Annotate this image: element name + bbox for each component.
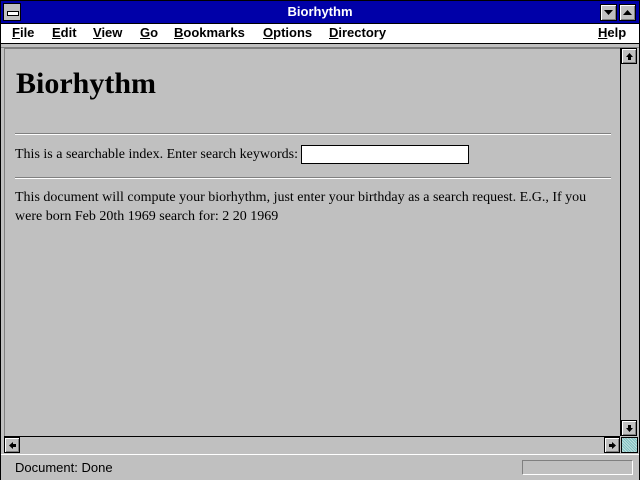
menu-options[interactable]: Options	[263, 25, 312, 40]
scroll-down-button[interactable]	[621, 420, 637, 436]
arrow-right-icon	[609, 442, 616, 449]
horizontal-scrollbar[interactable]	[4, 436, 620, 453]
menu-view[interactable]: View	[93, 25, 122, 40]
status-text: Document: Done	[15, 460, 113, 475]
vertical-scrollbar[interactable]	[620, 48, 638, 436]
arrow-down-icon	[626, 425, 633, 432]
document-view: Biorhythm This is a searchable index. En…	[4, 48, 621, 437]
browser-window: Biorhythm File Edit View Go Bookmarks Op…	[0, 0, 640, 480]
horizontal-rule	[15, 133, 611, 135]
search-prompt: This is a searchable index. Enter search…	[15, 146, 299, 162]
minimize-button[interactable]	[600, 4, 617, 21]
scroll-right-button[interactable]	[604, 437, 620, 453]
menu-bookmarks[interactable]: Bookmarks	[174, 25, 245, 40]
menu-file[interactable]: File	[12, 25, 34, 40]
progress-indicator	[522, 460, 633, 475]
minimize-icon	[604, 10, 613, 15]
arrow-up-icon	[626, 53, 633, 60]
arrow-left-icon	[9, 442, 16, 449]
menu-bar: File Edit View Go Bookmarks Options Dire…	[1, 24, 639, 44]
resize-corner[interactable]	[621, 437, 638, 453]
search-input[interactable]	[301, 145, 470, 164]
scroll-up-button[interactable]	[621, 48, 637, 64]
scroll-left-button[interactable]	[4, 437, 20, 453]
menu-help[interactable]: Help	[598, 25, 626, 40]
title-bar[interactable]: Biorhythm	[1, 1, 639, 24]
menu-go[interactable]: Go	[140, 25, 158, 40]
menu-directory[interactable]: Directory	[329, 25, 386, 40]
search-index-row: This is a searchable index. Enter search…	[15, 145, 470, 164]
window-title: Biorhythm	[287, 4, 353, 19]
description-text: This document will compute your biorhyth…	[15, 190, 587, 224]
menu-edit[interactable]: Edit	[52, 25, 77, 40]
page-title: Biorhythm	[16, 67, 157, 100]
horizontal-rule	[15, 177, 611, 179]
status-bar: Document: Done	[1, 454, 639, 480]
maximize-icon	[623, 10, 632, 15]
maximize-button[interactable]	[619, 4, 636, 21]
